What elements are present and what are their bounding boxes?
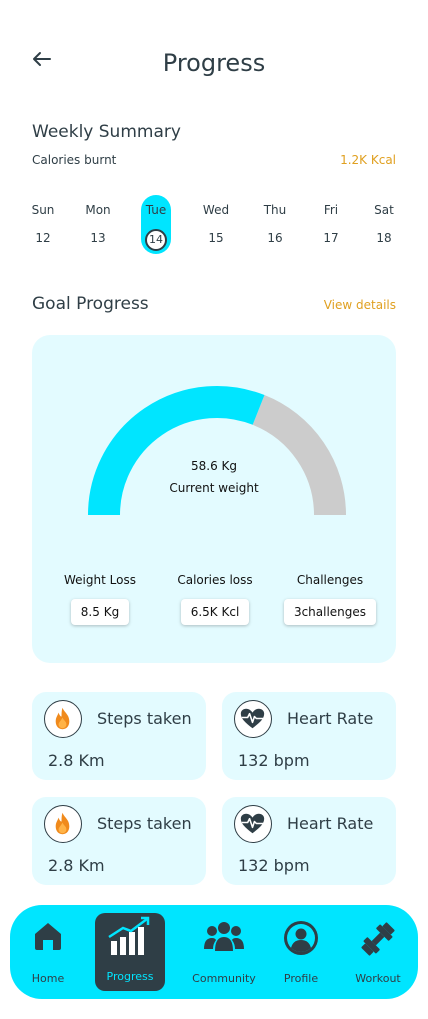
challenges-stat: Challenges 3challenges (270, 573, 390, 625)
metric-value: 132 bpm (238, 856, 310, 875)
fire-icon (44, 805, 82, 843)
day-date: 15 (208, 231, 224, 245)
metric-label: Heart Rate (287, 814, 374, 833)
metric-label: Steps taken (97, 709, 192, 728)
day-tue[interactable]: Tue 14 (136, 195, 176, 255)
goal-progress-title: Goal Progress (32, 294, 149, 314)
day-name: Sat (374, 203, 394, 217)
nav-label: Workout (355, 972, 401, 985)
nav-label: Community (192, 972, 256, 985)
day-date: 14 (145, 229, 167, 251)
day-fri[interactable]: Fri 17 (311, 195, 351, 255)
week-day-selector: Sun 12 Mon 13 Tue 14 Wed 15 Thu 16 Fri 1… (23, 195, 405, 255)
metric-value: 2.8 Km (48, 751, 105, 770)
bottom-nav: Home Progress Community Profile Workout (10, 905, 418, 999)
day-name: Fri (323, 203, 339, 217)
current-weight-value: 58.6 Kg (190, 459, 238, 473)
nav-label: Home (31, 972, 65, 985)
view-details-link[interactable]: View details (324, 298, 396, 312)
day-wed[interactable]: Wed 15 (196, 195, 236, 255)
weight-gauge (88, 386, 346, 516)
day-name: Thu (263, 203, 287, 217)
nav-progress[interactable]: Progress (95, 905, 165, 999)
day-date: 18 (376, 231, 392, 245)
stat-label: Calories loss (177, 573, 253, 587)
day-date: 12 (35, 231, 51, 245)
day-name: Mon (85, 203, 111, 217)
stat-label: Weight Loss (64, 573, 136, 587)
metric-value: 132 bpm (238, 751, 310, 770)
page-title: Progress (162, 49, 266, 77)
profile-icon (284, 921, 318, 955)
stat-value: 3challenges (283, 599, 377, 625)
weekly-summary-title: Weekly Summary (32, 122, 181, 142)
current-weight-label: Current weight (169, 481, 259, 495)
nav-workout[interactable]: Workout (346, 905, 410, 999)
day-name: Wed (202, 203, 230, 217)
day-sun[interactable]: Sun 12 (23, 195, 63, 255)
nav-community[interactable]: Community (188, 905, 260, 999)
day-sat[interactable]: Sat 18 (364, 195, 404, 255)
day-name: Sun (31, 203, 55, 217)
weight-loss-stat: Weight Loss 8.5 Kg (40, 573, 160, 625)
day-mon[interactable]: Mon 13 (78, 195, 118, 255)
calories-burnt-label: Calories burnt (32, 153, 117, 167)
stat-value: 8.5 Kg (70, 599, 130, 625)
goal-progress-card: 58.6 Kg Current weight Weight Loss 8.5 K… (32, 335, 396, 663)
dumbbell-icon (361, 922, 395, 956)
metric-value: 2.8 Km (48, 856, 105, 875)
fire-icon (44, 700, 82, 738)
home-icon (35, 923, 61, 950)
nav-profile[interactable]: Profile (275, 905, 327, 999)
nav-label: Profile (283, 972, 319, 985)
metric-label: Heart Rate (287, 709, 374, 728)
day-date: 17 (323, 231, 339, 245)
heart-rate-icon (234, 805, 272, 843)
calories-burnt-value: 1.2K Kcal (340, 153, 396, 167)
nav-label: Progress (106, 970, 154, 983)
heart-rate-icon (234, 700, 272, 738)
steps-card[interactable]: Steps taken 2.8 Km (32, 692, 206, 780)
heart-rate-card[interactable]: Heart Rate 132 bpm (222, 797, 396, 885)
day-thu[interactable]: Thu 16 (255, 195, 295, 255)
community-icon (204, 922, 244, 951)
steps-card[interactable]: Steps taken 2.8 Km (32, 797, 206, 885)
heart-rate-card[interactable]: Heart Rate 132 bpm (222, 692, 396, 780)
stat-value: 6.5K Kcl (180, 599, 250, 625)
metric-label: Steps taken (97, 814, 192, 833)
calories-loss-stat: Calories loss 6.5K Kcl (155, 573, 275, 625)
day-name: Tue (145, 203, 167, 217)
chart-icon (108, 916, 150, 955)
day-date: 13 (90, 231, 106, 245)
day-date: 16 (267, 231, 283, 245)
stat-label: Challenges (296, 573, 364, 587)
nav-home[interactable]: Home (18, 905, 78, 999)
